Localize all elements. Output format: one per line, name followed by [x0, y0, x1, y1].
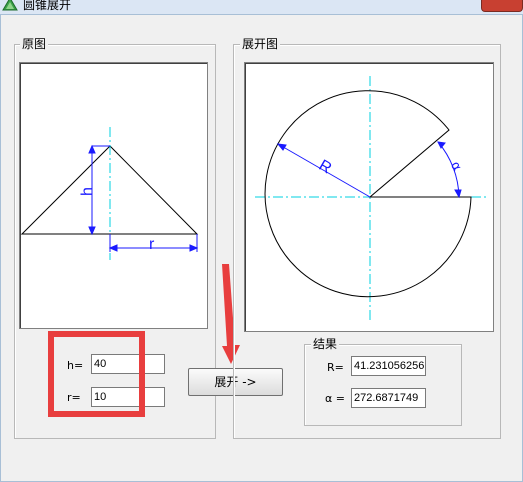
center-axes	[255, 76, 488, 322]
result-alpha-label: α =	[325, 392, 345, 405]
angle-label: α	[447, 159, 464, 174]
result-alpha-field[interactable]: 272.6871749	[351, 388, 426, 408]
result-R-field[interactable]: 41.2310562561766	[351, 356, 426, 376]
sector-outline	[264, 90, 472, 298]
results-group-label: 结果	[311, 337, 340, 351]
result-R-label: R=	[327, 361, 344, 374]
